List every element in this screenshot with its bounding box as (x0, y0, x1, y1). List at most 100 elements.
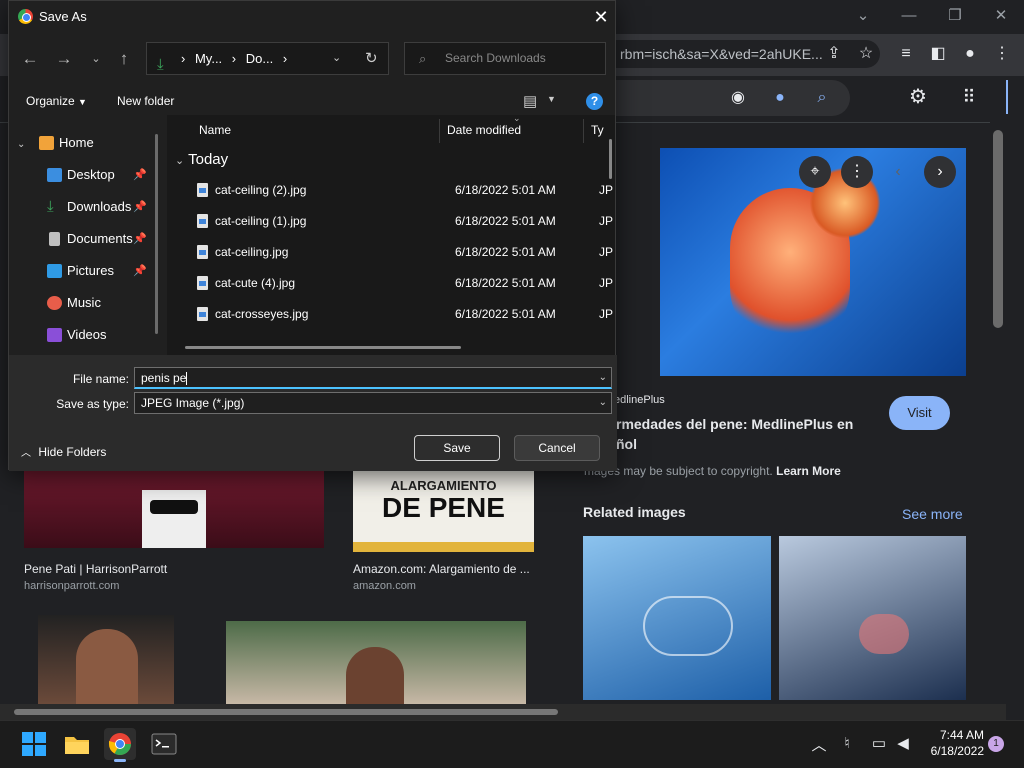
result-image-amazon-book[interactable]: ALARGAMIENTO DE PENE (353, 470, 534, 552)
refresh-icon[interactable]: ↻ (365, 43, 378, 74)
hide-folders-toggle[interactable]: ︿ Hide Folders (21, 444, 106, 459)
file-list-vertical-scrollbar[interactable] (609, 139, 612, 179)
column-separator[interactable] (583, 119, 584, 143)
previous-image-icon[interactable]: ‹ (882, 156, 914, 188)
up-arrow-icon[interactable]: ↑ (112, 47, 136, 71)
file-row[interactable]: cat-cute (4).jpg 6/18/2022 5:01 AM JP (187, 268, 613, 298)
forward-arrow-icon[interactable]: → (52, 47, 76, 71)
related-image-2[interactable] (779, 536, 966, 700)
nav-item-documents[interactable]: Documents 📌 (9, 225, 159, 253)
file-row[interactable]: cat-ceiling.jpg 6/18/2022 5:01 AM JP (187, 237, 613, 267)
file-name-input[interactable]: penis pe ⌄ (134, 367, 612, 389)
dialog-close-icon[interactable]: ✕ (589, 5, 613, 29)
camera-search-icon[interactable]: ◉ (726, 86, 750, 110)
group-header-today[interactable]: ⌄ Today (175, 151, 228, 168)
downloads-icon: ⤓ (47, 198, 54, 215)
result-image-woman[interactable] (226, 621, 526, 704)
breadcrumb-this-pc[interactable]: My... (195, 51, 222, 66)
search-downloads-input[interactable]: ⌕ Search Downloads (404, 42, 606, 75)
cancel-button[interactable]: Cancel (514, 435, 600, 461)
related-image-1[interactable] (583, 536, 771, 700)
nav-item-pictures[interactable]: Pictures 📌 (9, 257, 159, 285)
profile-icon[interactable]: ● (958, 42, 982, 66)
side-panel-icon[interactable]: ◧ (926, 42, 950, 66)
more-options-icon[interactable]: ⋮ (841, 156, 873, 188)
notification-badge[interactable]: 1 (988, 736, 1004, 752)
column-name[interactable]: Name (199, 123, 231, 137)
dialog-title: Save As (39, 9, 87, 24)
result-title[interactable]: Pene Pati | HarrisonParrott (24, 562, 167, 576)
result-image-person[interactable] (38, 615, 174, 704)
terminal-taskbar-button[interactable] (148, 728, 180, 760)
file-name-dropdown-icon[interactable]: ⌄ (599, 368, 607, 388)
view-options-chevron-icon[interactable]: ▼ (547, 94, 556, 104)
address-breadcrumb[interactable]: ⤓ › My... › Do... › ⌄ ↻ (146, 42, 389, 75)
reading-list-icon[interactable]: ≡ (894, 42, 918, 66)
file-type: JP (599, 245, 614, 259)
file-row[interactable]: cat-ceiling (1).jpg 6/18/2022 5:01 AM JP (187, 206, 613, 236)
column-header-row: Name ⌄ Date modified Ty (167, 113, 615, 145)
voice-search-icon[interactable]: ● (768, 86, 792, 110)
nav-item-videos[interactable]: Videos (9, 321, 159, 349)
minimize-button[interactable]: — (886, 2, 932, 30)
lens-search-icon[interactable]: ⌖ (799, 156, 831, 188)
file-list-horizontal-scrollbar[interactable] (185, 346, 461, 349)
restore-button[interactable]: ❐ (932, 2, 978, 30)
file-row[interactable]: cat-ceiling (2).jpg 6/18/2022 5:01 AM JP (187, 175, 613, 205)
preview-title-line1[interactable]: rmedades del pene: MedlinePlus en (616, 416, 853, 432)
nav-pane-scrollbar[interactable] (155, 134, 158, 334)
nav-item-desktop[interactable]: Desktop 📌 (9, 161, 159, 189)
file-row[interactable]: cat-crosseyes.jpg 6/18/2022 5:01 AM JP (187, 299, 613, 329)
see-more-link[interactable]: See more (902, 506, 963, 522)
bookmark-star-icon[interactable]: ☆ (854, 42, 878, 66)
show-hidden-icons-icon[interactable]: ︿ (809, 734, 829, 755)
preview-source[interactable]: edlinePlus (614, 394, 665, 406)
file-name: cat-cute (4).jpg (215, 276, 296, 290)
save-as-type-select[interactable]: JPEG Image (*.jpg) ⌄ (134, 392, 612, 414)
volume-icon[interactable]: ◀ (893, 734, 913, 752)
share-icon[interactable]: ⇪ (822, 42, 846, 66)
search-icon[interactable]: ⌕ (810, 86, 834, 110)
organize-menu[interactable]: Organize ▼ (26, 94, 87, 108)
dialog-title-bar[interactable]: Save As ✕ (9, 1, 617, 33)
google-apps-icon[interactable]: ⠿ (957, 85, 981, 109)
tray-clock[interactable]: 7:44 AM 6/18/2022 (924, 728, 984, 758)
preview-title-line2[interactable]: ñol (616, 436, 637, 452)
file-date: 6/18/2022 5:01 AM (455, 214, 556, 228)
nav-label: Videos (67, 327, 107, 342)
nav-item-home[interactable]: ⌄ Home (9, 129, 159, 157)
tab-search-icon[interactable]: ⌄ (840, 2, 886, 30)
view-options-icon[interactable]: ▤ (523, 92, 537, 110)
expand-chevron-icon[interactable]: ⌄ (17, 139, 25, 150)
result-title[interactable]: Amazon.com: Alargamiento de ... (353, 562, 530, 576)
file-explorer-taskbar-button[interactable] (61, 728, 93, 760)
chrome-menu-icon[interactable]: ⋮ (990, 42, 1014, 66)
start-button[interactable] (18, 728, 50, 760)
nav-item-music[interactable]: Music (9, 289, 159, 317)
breadcrumb-downloads[interactable]: Do... (246, 51, 273, 66)
page-horizontal-scroll-thumb[interactable] (14, 709, 558, 715)
new-folder-button[interactable]: New folder (117, 94, 174, 108)
next-image-icon[interactable]: › (924, 156, 956, 188)
network-icon[interactable]: ▭ (869, 734, 889, 752)
column-type[interactable]: Ty (591, 123, 604, 137)
chrome-taskbar-button[interactable] (104, 728, 136, 762)
learn-more-link[interactable]: Learn More (776, 464, 841, 478)
save-as-dialog: Save As ✕ ← → ⌄ ↑ ⤓ › My... › Do... › ⌄ … (8, 0, 617, 471)
recent-locations-chevron-icon[interactable]: ⌄ (84, 47, 108, 71)
save-as-type-dropdown-icon[interactable]: ⌄ (599, 393, 607, 413)
column-date-modified[interactable]: Date modified (447, 123, 521, 137)
page-vertical-scroll-thumb[interactable] (993, 130, 1003, 328)
jpg-file-icon (197, 276, 208, 290)
microphone-icon[interactable]: ♮ (837, 734, 857, 752)
back-arrow-icon[interactable]: ← (18, 47, 42, 71)
close-window-button[interactable]: ✕ (978, 2, 1024, 30)
nav-item-downloads[interactable]: ⤓ Downloads 📌 (9, 193, 159, 221)
help-icon[interactable]: ? (586, 93, 603, 110)
address-dropdown-icon[interactable]: ⌄ (332, 43, 341, 74)
visit-button[interactable]: Visit (889, 396, 950, 430)
settings-gear-icon[interactable]: ⚙ (906, 85, 930, 109)
column-separator[interactable] (439, 119, 440, 143)
save-button[interactable]: Save (414, 435, 500, 461)
result-image-harrisonparrott[interactable] (24, 470, 324, 548)
